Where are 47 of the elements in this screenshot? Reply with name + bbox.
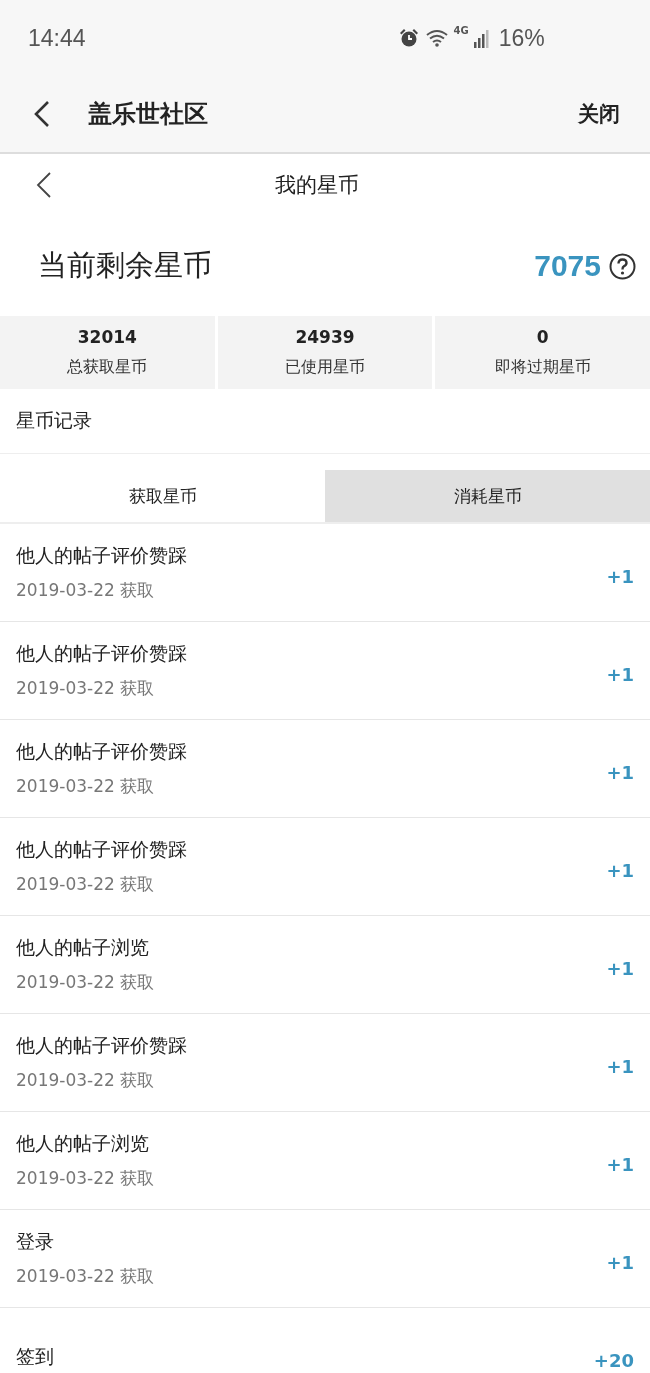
- record-date: 2019-03-22 获取: [16, 775, 156, 798]
- signal-icon: [473, 28, 490, 48]
- record-title: 他人的帖子评价赞踩: [16, 837, 187, 862]
- record-amount: +1: [606, 665, 634, 684]
- record-title: 他人的帖子浏览: [16, 1131, 150, 1156]
- help-icon[interactable]: [609, 252, 636, 280]
- record-title: 他人的帖子评价赞踩: [16, 543, 187, 568]
- network-label: 4G: [453, 24, 469, 36]
- stat-label: 已使用星币: [285, 357, 365, 378]
- close-button[interactable]: 关闭: [578, 100, 620, 128]
- record-date: 2019-03-22 获取: [16, 1265, 155, 1288]
- record-amount: +1: [606, 959, 634, 978]
- section-title: 星币记录: [16, 408, 92, 433]
- record-date: 2019-03-22 获取: [16, 1069, 156, 1092]
- record-amount: +1: [606, 1057, 634, 1076]
- record-date: 2019-03-22 获取: [16, 677, 156, 700]
- record-title: 他人的帖子评价赞踩: [16, 739, 187, 764]
- stat-value: 32014: [77, 327, 137, 347]
- record-amount: +1: [606, 1253, 634, 1272]
- record-amount: +1: [606, 861, 634, 880]
- record-title: 登录: [16, 1229, 55, 1254]
- record-amount: +20: [593, 1351, 634, 1370]
- record-title: 他人的帖子评价赞踩: [16, 1033, 187, 1058]
- page-title: 我的星币: [275, 172, 359, 199]
- record-amount: +1: [606, 1155, 634, 1174]
- back-icon[interactable]: [36, 171, 52, 199]
- record-title: 签到: [16, 1343, 54, 1369]
- balance-label: 当前剩余星币: [38, 247, 212, 284]
- stat-value: 0: [536, 327, 549, 347]
- battery-percent: 16%: [498, 24, 545, 52]
- tab[interactable]: 消耗星币: [325, 470, 650, 522]
- wifi-icon: [424, 28, 449, 48]
- stat-value: 24939: [295, 327, 355, 347]
- record-amount: +1: [606, 567, 634, 586]
- record-title: 他人的帖子浏览: [16, 935, 150, 960]
- status-time: 14:44: [28, 24, 86, 52]
- stat-label: 即将过期星币: [494, 357, 591, 378]
- record-amount: +1: [606, 763, 634, 782]
- balance-value: 7075: [534, 249, 601, 283]
- stat-label: 总获取星币: [67, 357, 148, 378]
- record-date: 2019-03-22 获取: [16, 579, 156, 602]
- record-title: 他人的帖子评价赞踩: [16, 641, 187, 666]
- app-title: 盖乐世社区: [88, 99, 208, 130]
- record-date: 2019-03-22 获取: [16, 1167, 155, 1190]
- back-icon[interactable]: [34, 100, 50, 128]
- record-date: 2019-03-22 获取: [16, 971, 155, 994]
- record-date: 2019-03-22 获取: [16, 873, 156, 896]
